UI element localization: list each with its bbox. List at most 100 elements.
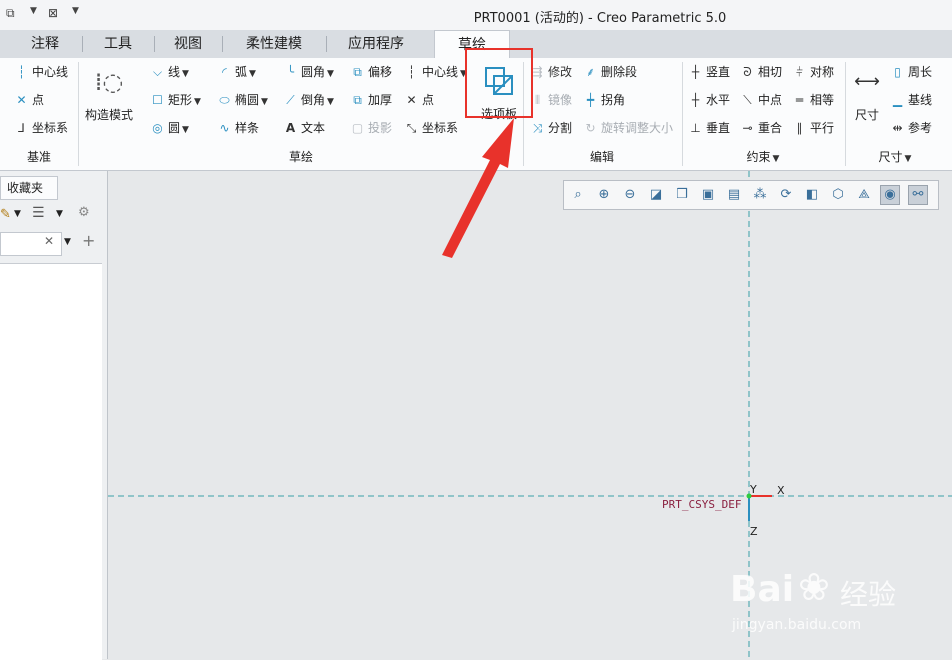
group-label-datum: 基准 [26, 150, 51, 164]
symmetric-icon: ⫩ [796, 65, 803, 79]
horizontal-constraint-button[interactable]: ┼ 水平 [688, 90, 730, 110]
saved-orientations-icon[interactable]: ▣ [698, 185, 718, 205]
chevron-down-icon[interactable]: ▼ [194, 97, 201, 107]
delete-segment-button[interactable]: ⸙ 删除段 [583, 62, 637, 82]
paw-icon: ❀ [798, 565, 830, 609]
watermark-brand: Bai [730, 569, 795, 610]
tab-tools[interactable]: 工具 [84, 30, 152, 58]
constraint-display-icon[interactable]: ⚯ [908, 185, 928, 205]
symmetric-constraint-button[interactable]: ⫩ 对称 [792, 62, 834, 82]
rotate-resize-icon: ↻ [585, 121, 596, 135]
view-manager-icon[interactable]: ▤ [724, 185, 744, 205]
sketch-view-icon[interactable]: ⟁ [854, 185, 874, 205]
perspective-view-icon[interactable]: ⬡ [828, 185, 848, 205]
dimension-icon: ⟷ [854, 71, 880, 92]
midpoint-constraint-button[interactable]: ⟍ 中点 [740, 90, 782, 110]
equal-icon: ═ [795, 93, 804, 107]
ellipse-button[interactable]: ⬭ 椭圆 ▼ [217, 90, 268, 110]
baseline-button[interactable]: ▁ 基线 [890, 90, 932, 110]
centerline-icon: ┆ [17, 65, 26, 79]
datum-csys-button[interactable]: ⅃ 坐标系 [14, 118, 68, 138]
fillet-button[interactable]: ╰ 圆角 ▼ [283, 62, 334, 82]
zoom-out-icon[interactable]: ⊖ [620, 185, 640, 205]
parallel-icon: ∥ [796, 121, 803, 135]
favorites-list[interactable] [0, 263, 102, 660]
tab-separator [222, 36, 223, 52]
repaint-icon[interactable]: ◪ [646, 185, 666, 205]
datum-centerline-button[interactable]: ┆ 中心线 [14, 62, 68, 82]
tab-annotate[interactable]: 注释 [10, 30, 80, 58]
tab-applications[interactable]: 应用程序 [328, 30, 424, 58]
zoom-in-icon[interactable]: ⊕ [594, 185, 614, 205]
chamfer-button[interactable]: ⟋ 倒角 ▼ [283, 90, 334, 110]
chevron-down-icon[interactable]: ▼ [182, 125, 189, 135]
arc-icon: ◜ [222, 65, 227, 79]
dimension-button[interactable]: ⟷ 尺寸 [847, 64, 887, 123]
group-label-constraint[interactable]: 约束 ▼ [682, 146, 844, 168]
window-menu-icon[interactable]: ⧉ [6, 6, 15, 21]
chevron-down-icon[interactable]: ▼ [327, 69, 334, 79]
csys-label: PRT_CSYS_DEF [662, 498, 742, 511]
chevron-down-icon[interactable]: ▼ [261, 97, 268, 107]
line-icon: ⌵ [152, 65, 163, 79]
arc-button[interactable]: ◜ 弧 ▼ [217, 62, 256, 82]
equal-constraint-button[interactable]: ═ 相等 [792, 90, 834, 110]
construction-mode-button[interactable]: ⁞◌ 构造模式 [80, 64, 138, 123]
display-style-icon[interactable]: ❒ [672, 185, 692, 205]
project-button[interactable]: ▢ 投影 [350, 118, 392, 138]
tangent-constraint-button[interactable]: ᘐ 相切 [740, 62, 782, 82]
rectangle-button[interactable]: ☐ 矩形 ▼ [150, 90, 201, 110]
view-toolbar: ⌕ ⊕ ⊖ ◪ ❒ ▣ ▤ ⁂ ⟳ ◧ ⬡ ⟁ ◉ ⚯ [563, 180, 939, 210]
baseline-icon: ▁ [892, 93, 903, 107]
corner-button[interactable]: ┿ 拐角 [583, 90, 625, 110]
line-button[interactable]: ⌵ 线 ▼ [150, 62, 189, 82]
coincident-constraint-button[interactable]: ⊸ 重合 [740, 118, 782, 138]
text-icon: A [285, 121, 296, 135]
sketcher-display-filter-icon[interactable]: ◉ [880, 185, 900, 205]
filter-settings-icon[interactable]: ⚙ [78, 205, 90, 220]
text-button[interactable]: A 文本 [283, 118, 325, 138]
clear-icon[interactable]: ✕ [44, 234, 54, 248]
close-window-icon[interactable]: ⊠ [48, 6, 58, 20]
datum-display-icon[interactable]: ⁂ [750, 185, 770, 205]
delete-segment-icon: ⸙ [585, 65, 595, 79]
csys-icon: ⤡ [406, 121, 417, 135]
chevron-down-icon[interactable]: ▼ [56, 209, 63, 219]
chevron-down-icon[interactable]: ▼ [249, 69, 256, 79]
thicken-button[interactable]: ⧉ 加厚 [350, 90, 392, 110]
spin-center-icon[interactable]: ⟳ [776, 185, 796, 205]
perpendicular-constraint-button[interactable]: ⊥ 垂直 [688, 118, 730, 138]
group-label-dimension[interactable]: 尺寸 ▼ [845, 146, 945, 168]
circle-button[interactable]: ◎ 圆 ▼ [150, 118, 189, 138]
chevron-down-icon[interactable]: ▼ [14, 209, 21, 219]
tab-view[interactable]: 视图 [156, 30, 220, 58]
reference-icon: ⇹ [892, 121, 903, 135]
rotate-resize-button[interactable]: ↻ 旋转调整大小 [583, 118, 673, 138]
annotation-display-icon[interactable]: ◧ [802, 185, 822, 205]
chevron-down-icon: ▼ [772, 154, 780, 164]
favorites-tab[interactable]: 收藏夹 [0, 176, 58, 200]
datum-point-button[interactable]: ✕ 点 [14, 90, 44, 110]
title-bar: ⧉ ▼ ⊠ ▼ PRT0001 (活动的) - Creo Parametric … [0, 0, 952, 30]
rectangle-icon: ☐ [152, 93, 163, 107]
chevron-down-icon[interactable]: ▼ [327, 97, 334, 107]
list-view-icon[interactable]: ☰ [32, 205, 45, 221]
parallel-constraint-button[interactable]: ∥ 平行 [792, 118, 835, 138]
watermark-brand-cn: 经验 [840, 578, 897, 611]
spline-button[interactable]: ∿ 样条 [217, 118, 259, 138]
chevron-down-icon[interactable]: ▼ [182, 69, 189, 79]
chevron-down-icon[interactable]: ▼ [64, 237, 71, 247]
tab-flexible-modeling[interactable]: 柔性建模 [224, 30, 324, 58]
corner-icon: ┿ [586, 93, 595, 107]
refit-icon[interactable]: ⌕ [568, 185, 588, 205]
add-icon[interactable]: + [82, 231, 95, 250]
pencil-icon[interactable]: ✎ [0, 207, 11, 222]
offset-button[interactable]: ⧉ 偏移 [350, 62, 392, 82]
chevron-down-icon[interactable]: ▼ [30, 6, 37, 16]
chevron-down-icon: ▼ [904, 154, 912, 164]
vertical-constraint-button[interactable]: ┼ 竖直 [688, 62, 730, 82]
fillet-icon: ╰ [286, 65, 295, 79]
customize-toolbar-icon[interactable]: ▼ [72, 6, 79, 16]
reference-button[interactable]: ⇹ 参考 [890, 118, 932, 138]
perimeter-button[interactable]: ▯ 周长 [890, 62, 932, 82]
